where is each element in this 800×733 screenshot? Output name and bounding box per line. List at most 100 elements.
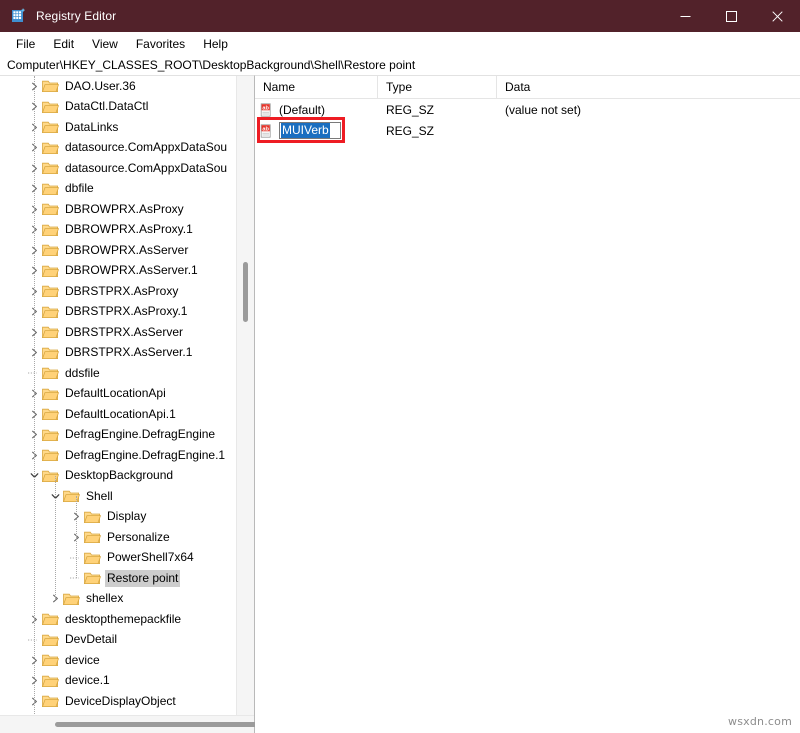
content-panes: DAO.User.36 DataCtl.DataCtl DataLinks datas… — [0, 75, 800, 733]
tree-item-label: device.1 — [63, 672, 112, 689]
folder-icon — [42, 407, 59, 421]
value-data-cell — [497, 120, 800, 141]
folder-icon — [42, 325, 59, 339]
folder-icon — [42, 223, 59, 237]
value-type-cell: REG_SZ — [378, 99, 497, 120]
values-list-pane: Name Type Data ab (Default) REG_SZ(value n… — [255, 75, 800, 733]
value-name-cell[interactable]: ab MUIVerb — [255, 120, 378, 141]
tree-item-label: desktopthemepackfile — [63, 611, 183, 628]
folder-icon — [42, 79, 59, 93]
folder-icon — [84, 510, 101, 524]
tree-guide-line — [34, 76, 36, 715]
tree-item-label: datasource.ComAppxDataSou — [63, 139, 229, 156]
tree-item-label: DefragEngine.DefragEngine — [63, 426, 217, 443]
tree-item-label: DBRSTPRX.AsServer — [63, 324, 185, 341]
folder-icon — [42, 612, 59, 626]
tree-item-label: Personalize — [105, 529, 172, 546]
menu-item-file[interactable]: File — [7, 35, 44, 53]
tree-item-label: ddsfile — [63, 365, 102, 382]
close-button[interactable] — [754, 0, 800, 32]
folder-icon — [84, 530, 101, 544]
value-type-cell: REG_SZ — [378, 120, 497, 141]
folder-icon — [42, 120, 59, 134]
minimize-button[interactable] — [662, 0, 708, 32]
tree-item-label: DBROWPRX.AsProxy.1 — [63, 221, 195, 238]
values-list-header: Name Type Data — [255, 76, 800, 99]
tree-item-label: Shell — [84, 488, 115, 505]
folder-icon — [42, 243, 59, 257]
value-name-label: (Default) — [279, 103, 325, 117]
tree-item-label: DBROWPRX.AsServer.1 — [63, 262, 200, 279]
folder-icon — [42, 202, 59, 216]
column-header-type[interactable]: Type — [378, 76, 497, 98]
value-row[interactable]: ab MUIVerb REG_SZ — [255, 120, 800, 141]
folder-icon — [84, 551, 101, 565]
value-name-edit-input[interactable]: MUIVerb — [279, 122, 341, 139]
tree-item-label: DBRSTPRX.AsServer.1 — [63, 344, 194, 361]
values-list-body: ab (Default) REG_SZ(value not set) ab MUIVer… — [255, 99, 800, 733]
registry-icon — [11, 8, 27, 24]
registry-tree: DAO.User.36 DataCtl.DataCtl DataLinks datas… — [0, 76, 236, 715]
folder-icon — [42, 633, 59, 647]
tree-item-label: DeviceDisplayObject — [63, 693, 178, 710]
folder-icon — [42, 674, 59, 688]
menu-item-edit[interactable]: Edit — [44, 35, 83, 53]
menu-bar: File Edit View Favorites Help — [0, 32, 800, 55]
tree-item-label: dbfile — [63, 180, 96, 197]
window-controls — [662, 0, 800, 32]
folder-icon — [42, 100, 59, 114]
tree-item-label: DBRSTPRX.AsProxy.1 — [63, 303, 189, 320]
tree-item-label: Restore point — [105, 570, 180, 587]
value-row[interactable]: ab (Default) REG_SZ(value not set) — [255, 99, 800, 120]
registry-tree-pane: DAO.User.36 DataCtl.DataCtl DataLinks datas… — [0, 75, 255, 733]
tree-item-label: Display — [105, 508, 148, 525]
tree-item-label: DevDetail — [63, 631, 119, 648]
folder-icon — [42, 264, 59, 278]
maximize-button[interactable] — [708, 0, 754, 32]
folder-icon — [42, 141, 59, 155]
tree-item-label: DataLinks — [63, 119, 120, 136]
tree-item-label: PowerShell7x64 — [105, 549, 196, 566]
tree-guide-line — [76, 496, 78, 578]
tree-item-label: shellex — [84, 590, 125, 607]
tree-item-label: datasource.ComAppxDataSou — [63, 160, 229, 177]
folder-icon — [42, 346, 59, 360]
tree-item-label: DesktopBackground — [63, 467, 175, 484]
folder-icon — [42, 387, 59, 401]
column-header-data[interactable]: Data — [497, 76, 800, 98]
value-data-cell: (value not set) — [497, 99, 800, 120]
tree-scroll-area: DAO.User.36 DataCtl.DataCtl DataLinks datas… — [0, 76, 254, 715]
svg-text:ab: ab — [262, 126, 269, 132]
tree-item-label: DAO.User.36 — [63, 78, 138, 95]
tree-item-label: DefragEngine.DefragEngine.1 — [63, 447, 227, 464]
folder-icon — [42, 428, 59, 442]
folder-icon — [42, 366, 59, 380]
tree-horizontal-scrollbar[interactable] — [0, 715, 254, 733]
menu-item-favorites[interactable]: Favorites — [127, 35, 194, 53]
folder-icon — [42, 182, 59, 196]
string-value-icon: ab — [260, 124, 275, 138]
tree-item-label: DBRSTPRX.AsProxy — [63, 283, 180, 300]
folder-icon — [42, 161, 59, 175]
tree-vertical-scrollbar[interactable] — [236, 76, 254, 715]
string-value-icon: ab — [260, 103, 275, 117]
tree-item-label: DataCtl.DataCtl — [63, 98, 150, 115]
folder-icon — [42, 305, 59, 319]
folder-icon — [63, 592, 80, 606]
tree-item-label: DBROWPRX.AsServer — [63, 242, 190, 259]
tree-horizontal-scroll-thumb[interactable] — [55, 722, 275, 727]
registry-editor-window: Registry Editor File Edit View Favorites… — [0, 0, 800, 733]
tree-item-label: DefaultLocationApi — [63, 385, 168, 402]
tree-item-label: DBROWPRX.AsProxy — [63, 201, 186, 218]
address-bar[interactable]: Computer\HKEY_CLASSES_ROOT\DesktopBackgr… — [0, 55, 800, 75]
window-title: Registry Editor — [36, 9, 662, 23]
menu-item-help[interactable]: Help — [194, 35, 237, 53]
value-name-cell[interactable]: ab (Default) — [255, 99, 378, 120]
tree-item-label: device — [63, 652, 102, 669]
folder-icon — [42, 653, 59, 667]
registry-path: Computer\HKEY_CLASSES_ROOT\DesktopBackgr… — [7, 58, 415, 72]
menu-item-view[interactable]: View — [83, 35, 127, 53]
folder-icon — [84, 571, 101, 585]
column-header-name[interactable]: Name — [255, 76, 378, 98]
tree-vertical-scroll-thumb[interactable] — [243, 262, 248, 322]
